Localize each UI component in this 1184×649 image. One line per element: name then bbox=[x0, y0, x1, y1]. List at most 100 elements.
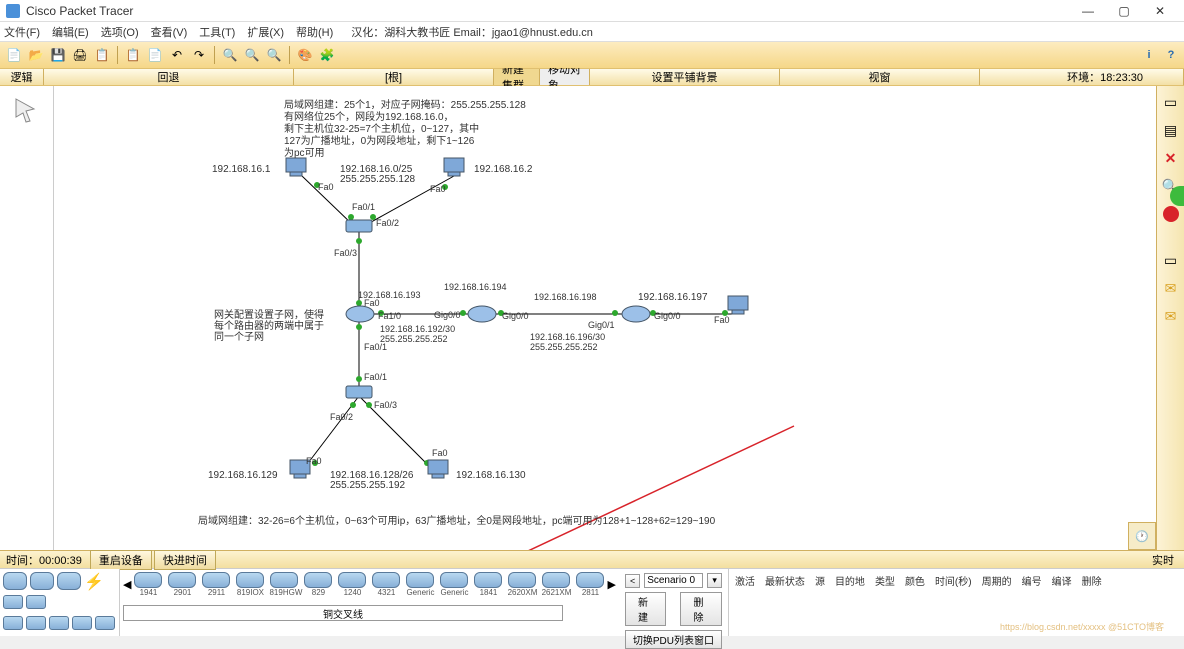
cat-connections-icon[interactable]: ⚡ bbox=[84, 572, 104, 592]
subcat-1-icon[interactable] bbox=[3, 616, 23, 630]
nav-env-time[interactable]: 环境：18:23:30 bbox=[980, 69, 1184, 85]
subcat-3-icon[interactable] bbox=[49, 616, 69, 630]
zoom-in-icon[interactable]: 🔍 bbox=[220, 45, 240, 65]
cat-multi-icon[interactable] bbox=[26, 595, 46, 609]
device-model-item[interactable]: 2901 bbox=[167, 572, 197, 597]
col-edit[interactable]: 编译 bbox=[1052, 573, 1072, 588]
scenario-select[interactable]: Scenario 0 bbox=[644, 573, 703, 588]
cat-misc-icon[interactable] bbox=[3, 595, 23, 609]
paste-icon[interactable]: 📄 bbox=[145, 45, 165, 65]
pc-device[interactable] bbox=[728, 296, 756, 318]
scroll-right-icon[interactable]: ▶ bbox=[607, 578, 615, 591]
note-tool-icon[interactable]: ▤ bbox=[1161, 120, 1181, 140]
device-model-item[interactable]: 1240 bbox=[337, 572, 367, 597]
nav-viewport[interactable]: 视窗 bbox=[780, 69, 980, 85]
device-model-item[interactable]: 2911 bbox=[201, 572, 231, 597]
device-model-item[interactable]: 1941 bbox=[133, 572, 163, 597]
device-dialog-icon[interactable]: 🧩 bbox=[317, 45, 337, 65]
zoom-out-icon[interactable]: 🔍 bbox=[264, 45, 284, 65]
nav-tile-bg[interactable]: 设置平铺背景 bbox=[590, 69, 780, 85]
device-model-item[interactable]: 819HGW bbox=[269, 572, 299, 597]
scenario-dropdown-button[interactable]: ▾ bbox=[707, 573, 722, 588]
nav-root[interactable]: [根] bbox=[294, 69, 494, 85]
reset-devices-button[interactable]: 重启设备 bbox=[90, 550, 152, 570]
menu-file[interactable]: 文件(F) bbox=[4, 24, 40, 40]
col-type[interactable]: 类型 bbox=[875, 573, 895, 588]
scroll-left-icon[interactable]: ◀ bbox=[123, 578, 131, 591]
close-button[interactable]: ✕ bbox=[1142, 1, 1178, 21]
fast-forward-button[interactable]: 快进时间 bbox=[154, 550, 216, 570]
delete-tool-icon[interactable]: ✕ bbox=[1161, 148, 1181, 168]
scenario-new-button[interactable]: 新建 bbox=[625, 592, 667, 626]
router-device[interactable] bbox=[622, 306, 650, 328]
shape-tool-icon[interactable]: ▭ bbox=[1161, 250, 1181, 270]
col-color[interactable]: 颜色 bbox=[905, 573, 925, 588]
resize-tool-icon[interactable] bbox=[1161, 204, 1181, 224]
nav-new-cluster[interactable]: 新建集群 bbox=[494, 69, 540, 85]
switch-device[interactable] bbox=[346, 386, 374, 408]
selection-tool-icon[interactable] bbox=[4, 90, 50, 130]
topology-canvas[interactable]: 局域网组建：25个1，对应子网掩码：255.255.255.128 有网络位25… bbox=[54, 86, 1156, 550]
col-source[interactable]: 源 bbox=[815, 573, 825, 588]
col-time[interactable]: 时间(秒) bbox=[935, 573, 972, 588]
device-model-item[interactable]: 4321 bbox=[371, 572, 401, 597]
subcat-4-icon[interactable] bbox=[72, 616, 92, 630]
copy-icon[interactable]: 📋 bbox=[123, 45, 143, 65]
pc-device[interactable] bbox=[286, 158, 314, 180]
device-model-item[interactable]: 2621XM bbox=[541, 572, 571, 597]
draw-tool-icon[interactable] bbox=[1170, 186, 1184, 206]
device-model-item[interactable]: Generic bbox=[439, 572, 469, 597]
subcat-2-icon[interactable] bbox=[26, 616, 46, 630]
cat-end-icon[interactable] bbox=[30, 572, 54, 590]
col-num[interactable]: 编号 bbox=[1022, 573, 1042, 588]
info-icon[interactable]: i bbox=[1140, 46, 1158, 64]
help-icon[interactable]: ? bbox=[1162, 46, 1180, 64]
pc-device[interactable] bbox=[444, 158, 472, 180]
device-model-item[interactable]: 2620XM bbox=[507, 572, 537, 597]
simple-pdu-icon[interactable]: ✉ bbox=[1161, 278, 1181, 298]
cat-components-icon[interactable] bbox=[57, 572, 81, 590]
minimize-button[interactable]: — bbox=[1070, 1, 1106, 21]
navigation-clock-icon[interactable]: 🕐 bbox=[1128, 522, 1156, 550]
zoom-reset-icon[interactable]: 🔍 bbox=[242, 45, 262, 65]
menu-view[interactable]: 查看(V) bbox=[151, 24, 188, 40]
new-file-icon[interactable]: 📄 bbox=[4, 45, 24, 65]
router-device[interactable] bbox=[468, 306, 496, 328]
redo-icon[interactable]: ↷ bbox=[189, 45, 209, 65]
open-folder-icon[interactable]: 📂 bbox=[26, 45, 46, 65]
cat-network-icon[interactable] bbox=[3, 572, 27, 590]
nav-back[interactable]: 回退 bbox=[44, 69, 294, 85]
menu-tools[interactable]: 工具(T) bbox=[199, 24, 235, 40]
complex-pdu-icon[interactable]: ✉ bbox=[1161, 306, 1181, 326]
device-model-item[interactable]: 1841 bbox=[473, 572, 503, 597]
device-model-item[interactable]: 819IOX bbox=[235, 572, 265, 597]
maximize-button[interactable]: ▢ bbox=[1106, 1, 1142, 21]
scenario-delete-button[interactable]: 删除 bbox=[680, 592, 722, 626]
col-periodic[interactable]: 周期的 bbox=[982, 573, 1012, 588]
col-delete[interactable]: 删除 bbox=[1082, 573, 1102, 588]
device-model-item[interactable]: 829 bbox=[303, 572, 333, 597]
nav-move-obj[interactable]: 移动对象 bbox=[540, 69, 590, 85]
nav-logic[interactable]: 逻辑 bbox=[0, 69, 44, 85]
menu-options[interactable]: 选项(O) bbox=[101, 24, 139, 40]
palette-icon[interactable]: 🎨 bbox=[295, 45, 315, 65]
save-icon[interactable]: 💾 bbox=[48, 45, 68, 65]
menu-help[interactable]: 帮助(H) bbox=[296, 24, 333, 40]
switch-device[interactable] bbox=[346, 220, 374, 242]
scenario-prev-button[interactable]: < bbox=[625, 574, 640, 588]
menu-edit[interactable]: 编辑(E) bbox=[52, 24, 89, 40]
subcat-5-icon[interactable] bbox=[95, 616, 115, 630]
pc-device[interactable] bbox=[428, 460, 456, 482]
select-tool-icon[interactable]: ▭ bbox=[1161, 92, 1181, 112]
print-icon[interactable]: 🖨 bbox=[70, 45, 90, 65]
toggle-pdu-list-button[interactable]: 切换PDU列表窗口 bbox=[625, 630, 722, 649]
undo-icon[interactable]: ↶ bbox=[167, 45, 187, 65]
device-model-item[interactable]: 2811 bbox=[575, 572, 605, 597]
col-status[interactable]: 最新状态 bbox=[765, 573, 805, 588]
menu-extensions[interactable]: 扩展(X) bbox=[247, 24, 284, 40]
col-active[interactable]: 激活 bbox=[735, 573, 755, 588]
wizard-icon[interactable]: 📋 bbox=[92, 45, 112, 65]
col-dest[interactable]: 目的地 bbox=[835, 573, 865, 588]
device-model-item[interactable]: Generic bbox=[405, 572, 435, 597]
router-device[interactable] bbox=[346, 306, 374, 328]
